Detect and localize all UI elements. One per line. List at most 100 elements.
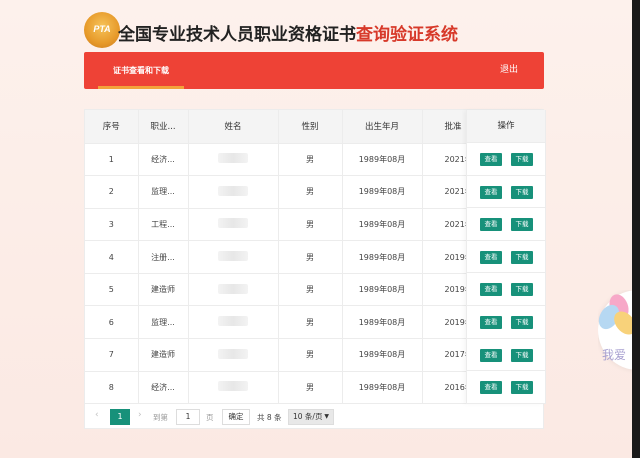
cell-index: 5 (85, 273, 139, 307)
col-header-index: 序号 (85, 110, 139, 144)
cell-gender: 男 (278, 305, 343, 340)
cell-name (188, 371, 279, 405)
cell-category: 注册... (138, 240, 189, 274)
cell-birth: 1989年08月 (342, 273, 423, 307)
chevron-down-icon: ▼ (324, 413, 329, 420)
cell-name (188, 240, 279, 274)
cell-birth: 1989年08月 (342, 208, 423, 242)
redacted-name (218, 381, 248, 392)
cell-category: 经济... (138, 143, 189, 177)
page-number-current[interactable]: 1 (110, 409, 130, 425)
col-header-category: 职业... (138, 110, 189, 144)
redacted-name (218, 218, 248, 229)
col-header-birth: 出生年月 (342, 110, 423, 144)
view-button[interactable]: 查看 (480, 315, 502, 329)
operations-cell: 查看 下载 (467, 339, 545, 372)
col-header-gender: 性别 (278, 110, 343, 144)
view-button[interactable]: 查看 (480, 283, 502, 297)
goto-confirm-button[interactable]: 确定 (222, 409, 250, 425)
window-edge (632, 0, 640, 458)
cell-category: 监理... (138, 305, 189, 340)
view-button[interactable]: 查看 (480, 218, 502, 232)
col-header-name: 姓名 (188, 110, 279, 144)
redacted-name (218, 153, 248, 164)
tab-label: 证书查看和下载 (113, 66, 169, 75)
cell-birth: 1989年08月 (342, 143, 423, 177)
operations-cell: 查看 下载 (467, 208, 545, 241)
download-button[interactable]: 下载 (511, 153, 533, 166)
cell-birth: 1989年08月 (342, 371, 423, 405)
cell-gender: 男 (278, 338, 343, 372)
cell-gender: 男 (278, 175, 343, 209)
operations-cell: 查看 下载 (467, 273, 545, 306)
title-text: 全国专业技术人员职业资格证书 (118, 25, 356, 45)
pagination: ‹ 1 › 到第 1 页 确定 共 8 条 10 条/页 ▼ (85, 409, 545, 425)
cell-name (188, 273, 279, 307)
navbar: 证书查看和下载 退出 (84, 52, 544, 89)
cell-birth: 1989年08月 (342, 338, 423, 372)
operations-column: 操作 查看 下载 查看 下载 查看 下载 查看 下载 查看 下载 查看 下载 查看 下载 查看 下载 (466, 110, 545, 404)
goto-label: 到第 (153, 413, 168, 422)
operations-cell: 查看 下载 (467, 306, 545, 339)
logout-link[interactable]: 退出 (500, 52, 518, 89)
download-button[interactable]: 下载 (511, 218, 533, 232)
total-count: 共 8 条 (257, 413, 282, 422)
cell-category: 经济... (138, 371, 189, 405)
cell-gender: 男 (278, 143, 343, 177)
cell-name (188, 175, 279, 209)
next-page-button[interactable]: › (138, 410, 142, 420)
cell-name (188, 143, 279, 177)
cell-birth: 1989年08月 (342, 240, 423, 274)
tab-active-underline (98, 86, 184, 89)
cell-gender: 男 (278, 240, 343, 274)
floating-widget[interactable]: 我爱 (598, 290, 632, 380)
page-size-select[interactable]: 10 条/页 ▼ (288, 409, 334, 425)
download-button[interactable]: 下载 (511, 381, 533, 395)
page-title: 全国专业技术人员职业资格证书查询验证系统 (118, 20, 458, 45)
cell-index: 2 (85, 175, 139, 209)
cell-gender: 男 (278, 371, 343, 405)
cell-index: 7 (85, 338, 139, 372)
view-button[interactable]: 查看 (480, 348, 502, 362)
tab-certificate-view-download[interactable]: 证书查看和下载 (98, 52, 184, 89)
cell-index: 4 (85, 240, 139, 274)
prev-page-button[interactable]: ‹ (95, 410, 99, 420)
view-button[interactable]: 查看 (480, 185, 502, 199)
page-label: 页 (206, 413, 214, 422)
redacted-name (218, 316, 248, 327)
cell-gender: 男 (278, 208, 343, 242)
download-button[interactable]: 下载 (511, 185, 533, 199)
logo-text: PTA (93, 24, 111, 34)
redacted-name (218, 283, 248, 294)
cell-index: 8 (85, 371, 139, 405)
operations-cell: 查看 下载 (467, 241, 545, 274)
cell-birth: 1989年08月 (342, 305, 423, 340)
redacted-name (218, 348, 248, 359)
cell-index: 3 (85, 208, 139, 242)
view-button[interactable]: 查看 (480, 381, 502, 395)
goto-page-input[interactable]: 1 (176, 409, 200, 425)
cell-index: 1 (85, 143, 139, 177)
cell-index: 6 (85, 305, 139, 340)
cell-category: 工程... (138, 208, 189, 242)
download-button[interactable]: 下载 (511, 315, 533, 329)
view-button[interactable]: 查看 (480, 250, 502, 264)
title-accent: 查询验证系统 (356, 25, 458, 45)
widget-text: 我爱 (602, 348, 627, 362)
download-button[interactable]: 下载 (511, 250, 533, 264)
col-header-operations: 操作 (467, 110, 545, 143)
operations-cell: 查看 下载 (467, 371, 545, 404)
cell-name (188, 208, 279, 242)
download-button[interactable]: 下载 (511, 283, 533, 297)
page-size-value: 10 条/页 (293, 412, 323, 421)
view-button[interactable]: 查看 (480, 153, 502, 166)
redacted-name (218, 251, 248, 262)
cell-gender: 男 (278, 273, 343, 307)
cell-category: 建造师 (138, 273, 189, 307)
cell-category: 建造师 (138, 338, 189, 372)
redacted-name (218, 185, 248, 196)
download-button[interactable]: 下载 (511, 348, 533, 362)
operations-cell: 查看 下载 (467, 143, 545, 176)
cell-name (188, 338, 279, 372)
operations-cell: 查看 下载 (467, 176, 545, 209)
